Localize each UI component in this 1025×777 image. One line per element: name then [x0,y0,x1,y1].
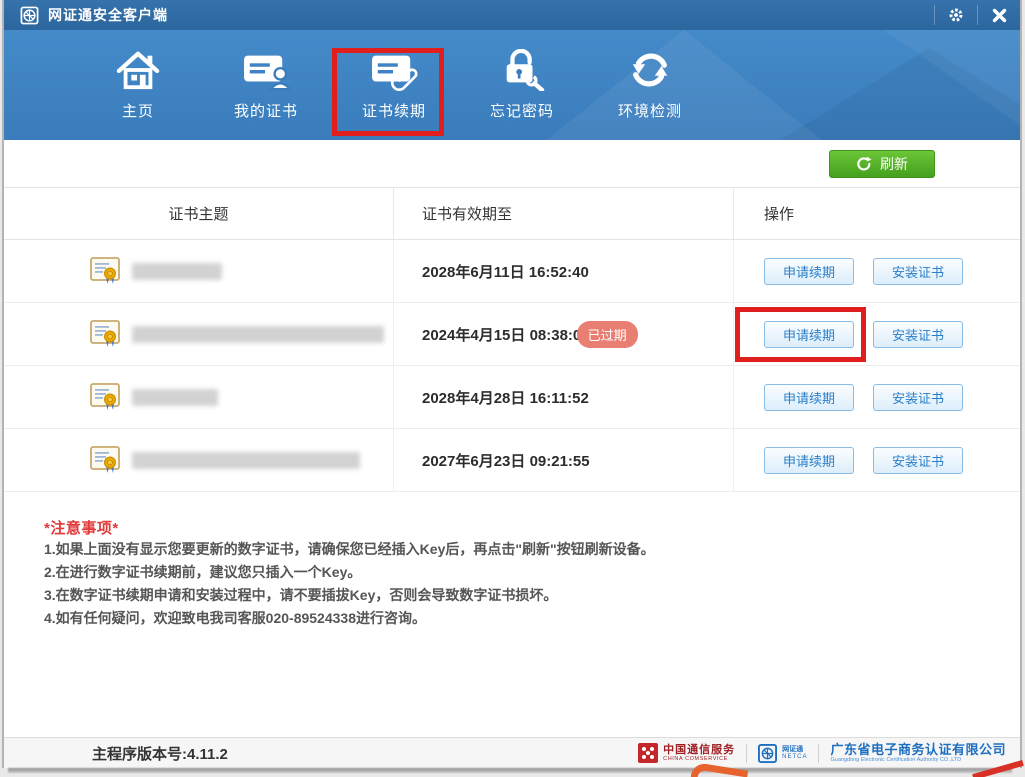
notes-title: *注意事项* [44,520,119,537]
netca-icon [758,743,778,763]
actions-cell: 申请续期 安装证书 [734,383,1020,411]
toolbar: 刷新 [4,140,1020,188]
gdca-company-name: 广东省电子商务认证有限公司 [830,741,1006,757]
footer-logos: 中国通信服务 CHINA COMSERVICE 网证通 NETCA 广东省电子商… [638,741,1006,764]
gear-icon [949,8,963,22]
apply-renewal-button[interactable]: 申请续期 [764,320,854,348]
table-header: 证书主题 证书有效期至 操作 [4,188,1020,240]
refresh-button[interactable]: 刷新 [829,150,935,178]
expiry-date-cell: 2028年4月28日 16:11:52 [394,366,734,428]
expiry-date: 2024年4月15日 08:38:08 [422,326,590,344]
footer-logo-divider [818,743,820,763]
table-row: 2027年6月23日 09:21:55 申请续期 安装证书 [4,429,1020,492]
install-certificate-button[interactable]: 安装证书 [873,383,963,411]
gdca-company-name-en: Guangdong Electronic Certification Autho… [830,757,962,764]
app-logo-icon [20,6,39,24]
main-navigation: 主页 我的证书 证书续期 忘记密码 环境检测 [4,30,1020,140]
note-item: 2.在进行数字证书续期前，建议您只插入一个Key。 [44,564,362,580]
lock-wrench-icon [506,49,545,91]
version-label: 主程序版本号:4.11.2 [92,745,228,763]
expiry-date-cell: 2028年6月11日 16:52:40 [394,240,734,302]
expiry-date: 2028年6月11日 16:52:40 [422,263,589,281]
home-icon [116,51,160,90]
redacted-subject-name [132,262,222,280]
actions-cell: 申请续期 安装证书 [734,446,1020,474]
note-item: 1.如果上面没有显示您要更新的数字证书，请确保您已经插入Key后，再点击"刷新"… [44,541,655,557]
column-header-actions: 操作 [764,206,795,223]
expiry-date: 2027年6月23日 09:21:55 [422,452,590,470]
expiry-date-cell: 2027年6月23日 09:21:55 [394,429,734,491]
table-row: 2028年6月11日 16:52:40 申请续期 安装证书 [4,240,1020,303]
window-title: 网证通安全客户端 [48,7,168,23]
window-shadow [8,768,1012,773]
certificate-icon [90,257,120,284]
netca-en: NETCA [782,753,808,760]
close-icon [992,8,1006,22]
column-header-expiry: 证书有效期至 [394,188,734,239]
nav-label-home: 主页 [121,103,154,120]
redacted-subject-name [132,325,384,343]
apply-renewal-button[interactable]: 申请续期 [764,446,854,474]
nav-item-forgot-password[interactable]: 忘记密码 [458,49,586,121]
expiry-date-cell: 2024年4月15日 08:38:08 已过期 [394,303,734,365]
certificate-icon [90,383,120,410]
certificate-subject-cell [4,366,394,428]
gdca-logo: 广东省电子商务认证有限公司 Guangdong Electronic Certi… [830,741,1006,764]
app-window: 网证通安全客户端 主页 我的证书 证书续期 忘记密码 环境检测 刷新 证书主题 … [2,0,1022,768]
actions-cell: 申请续期 安装证书 [734,320,1020,348]
footer-logo-divider [746,743,748,763]
certificate-subject-cell [4,429,394,491]
settings-button[interactable] [935,0,977,30]
netca-cn: 网证通 [782,745,804,753]
refresh-cycle-icon [632,53,668,87]
refresh-button-label: 刷新 [880,156,908,172]
install-certificate-button[interactable]: 安装证书 [873,257,963,285]
table-row-expired: 2024年4月15日 08:38:08 已过期 申请续期 安装证书 [4,303,1020,366]
footer: 主程序版本号:4.11.2 中国通信服务 CHINA COMSERVICE 网证… [4,737,1020,768]
apply-renewal-button[interactable]: 申请续期 [764,257,854,285]
refresh-icon [857,156,872,171]
column-header-subject: 证书主题 [4,188,394,239]
nav-label-certificate-renewal: 证书续期 [361,103,426,120]
redacted-subject-name [132,388,218,406]
expired-badge: 已过期 [576,320,638,348]
china-comservice-icon [638,743,659,763]
china-comservice-logo: 中国通信服务 CHINA COMSERVICE [638,743,735,763]
certificate-card-person-icon [244,55,290,91]
china-comservice-cn: 中国通信服务 [663,743,736,756]
nav-label-forgot-password: 忘记密码 [489,103,554,120]
expiry-date: 2028年4月28日 16:11:52 [422,389,589,407]
certificate-icon [90,446,120,473]
certificate-subject-cell [4,303,394,365]
redacted-subject-name [132,451,360,469]
install-certificate-button[interactable]: 安装证书 [873,320,963,348]
close-button[interactable] [978,0,1020,30]
apply-renewal-button[interactable]: 申请续期 [764,383,854,411]
install-certificate-button[interactable]: 安装证书 [873,446,963,474]
certificate-renewal-icon [372,55,418,91]
certificate-icon [90,320,120,347]
note-item: 3.在数字证书续期申请和安装过程中，请不要插拔Key，否则会导致数字证书损坏。 [44,587,558,603]
titlebar: 网证通安全客户端 [4,0,1020,30]
actions-cell: 申请续期 安装证书 [734,257,1020,285]
nav-label-my-certificates: 我的证书 [233,103,298,120]
china-comservice-en: CHINA COMSERVICE [663,756,728,763]
nav-item-environment-check[interactable]: 环境检测 [586,49,714,121]
table-row: 2028年4月28日 16:11:52 申请续期 安装证书 [4,366,1020,429]
notes-section: *注意事项* 1.如果上面没有显示您要更新的数字证书，请确保您已经插入Key后，… [4,492,1020,630]
nav-item-my-certificates[interactable]: 我的证书 [202,49,330,121]
nav-item-certificate-renewal[interactable]: 证书续期 [330,49,458,121]
nav-label-environment-check: 环境检测 [617,103,682,120]
certificate-subject-cell [4,240,394,302]
nav-item-home[interactable]: 主页 [74,49,202,121]
note-item: 4.如有任何疑问，欢迎致电我司客服020-89524338进行咨询。 [44,610,426,626]
netca-logo: 网证通 NETCA [758,743,808,763]
